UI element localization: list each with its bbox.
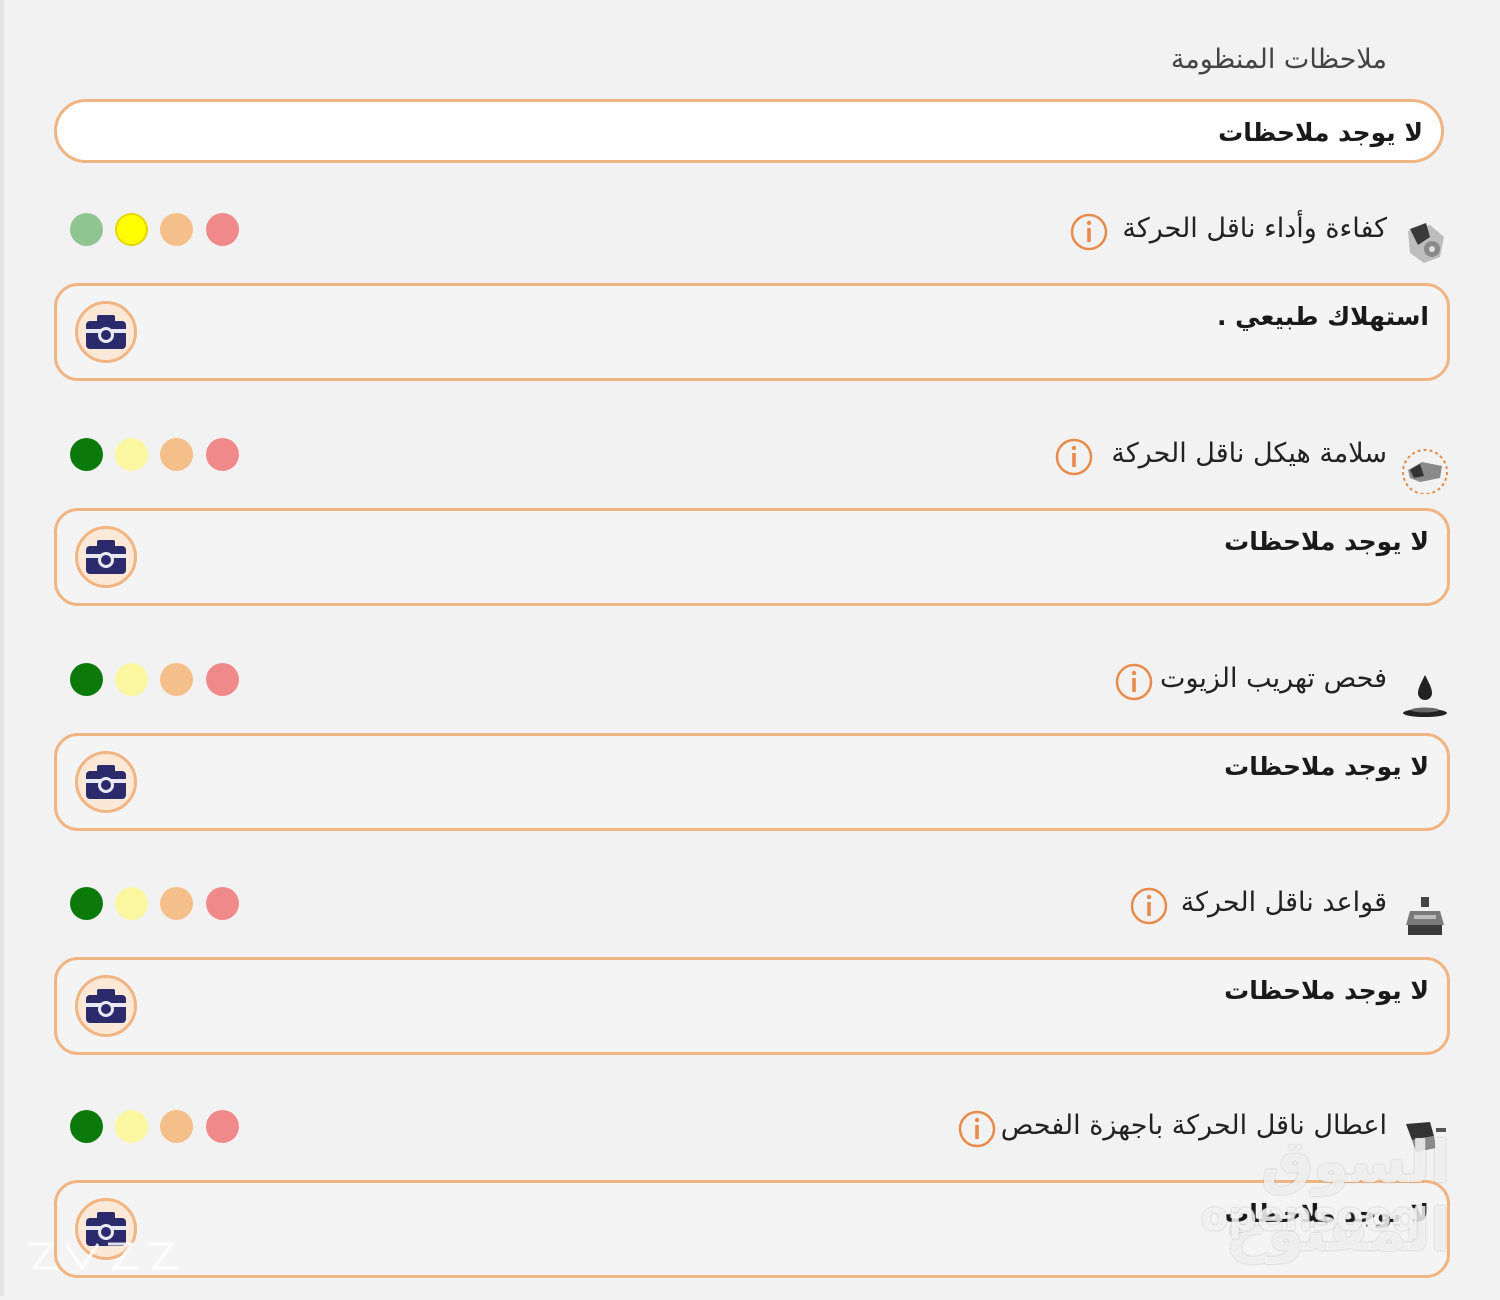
diagnostic-scanner-icon <box>1406 1122 1446 1152</box>
rating-dot-green[interactable] <box>70 1110 103 1143</box>
inspection-section: قواعد ناقل الحركة لا يوجد ملاحظات <box>0 877 1500 1077</box>
corner-logo-watermark <box>28 1242 178 1271</box>
note-text: لا يوجد ملاحظات <box>1224 752 1429 781</box>
note-field[interactable]: لا يوجد ملاحظات <box>54 1180 1450 1278</box>
rating-dot-green[interactable] <box>70 887 103 920</box>
note-field[interactable]: لا يوجد ملاحظات <box>54 733 1450 831</box>
rating-dot-green[interactable] <box>70 663 103 696</box>
rating-dot-orange[interactable] <box>160 1110 193 1143</box>
inspection-section: سلامة هيكل ناقل الحركة لا يوجد ملاحظات <box>0 428 1500 628</box>
camera-button[interactable] <box>75 975 137 1037</box>
note-text: لا يوجد ملاحظات <box>1224 1199 1429 1228</box>
rating-dot-orange[interactable] <box>160 438 193 471</box>
rating-dot-green[interactable] <box>70 213 103 246</box>
section-title: سلامة هيكل ناقل الحركة <box>1111 438 1387 469</box>
note-field[interactable]: لا يوجد ملاحظات <box>54 957 1450 1055</box>
transmission-housing-icon <box>1402 449 1448 494</box>
rating-dot-red[interactable] <box>206 663 239 696</box>
info-icon[interactable] <box>1055 438 1093 476</box>
rating-dot-yellow[interactable] <box>115 1110 148 1143</box>
camera-icon <box>86 315 126 349</box>
note-text: لا يوجد ملاحظات <box>1224 976 1429 1005</box>
note-field[interactable]: لا يوجد ملاحظات <box>54 508 1450 606</box>
note-text: لا يوجد ملاحظات <box>1224 527 1429 556</box>
camera-icon <box>86 989 126 1023</box>
info-icon[interactable] <box>1130 887 1168 925</box>
rating-dot-yellow[interactable] <box>115 663 148 696</box>
oil-drop-icon <box>1403 675 1447 717</box>
rating-dot-red[interactable] <box>206 1110 239 1143</box>
inspection-section: كفاءة وأداء ناقل الحركة استهلاك طبيعي . <box>0 203 1500 403</box>
rating-dot-red[interactable] <box>206 213 239 246</box>
section-title: كفاءة وأداء ناقل الحركة <box>1122 213 1387 244</box>
rating-dot-red[interactable] <box>206 887 239 920</box>
section-title: قواعد ناقل الحركة <box>1180 887 1387 918</box>
camera-button[interactable] <box>75 526 137 588</box>
section-title: اعطال ناقل الحركة باجهزة الفحص <box>1000 1110 1387 1141</box>
note-field[interactable]: استهلاك طبيعي . <box>54 283 1450 381</box>
rating-dot-orange[interactable] <box>160 663 193 696</box>
info-icon[interactable] <box>958 1110 996 1148</box>
system-notes-label: ملاحظات المنظومة <box>1170 44 1387 75</box>
rating-dot-yellow[interactable] <box>115 887 148 920</box>
inspection-section: اعطال ناقل الحركة باجهزة الفحص لا يوجد م… <box>0 1100 1500 1300</box>
info-icon[interactable] <box>1115 663 1153 701</box>
rating-dot-orange[interactable] <box>160 887 193 920</box>
note-text: استهلاك طبيعي . <box>1216 302 1429 331</box>
rating-dot-red[interactable] <box>206 438 239 471</box>
transmission-gear-icon <box>1408 223 1444 263</box>
camera-button[interactable] <box>75 751 137 813</box>
camera-button[interactable] <box>75 301 137 363</box>
info-icon[interactable] <box>1070 213 1108 251</box>
system-notes-field[interactable]: لا يوجد ملاحظات <box>54 99 1444 163</box>
system-notes-value: لا يوجد ملاحظات <box>1218 118 1423 147</box>
rating-dot-yellow[interactable] <box>115 438 148 471</box>
rating-dot-orange[interactable] <box>160 213 193 246</box>
rating-dot-green[interactable] <box>70 438 103 471</box>
camera-icon <box>86 765 126 799</box>
section-title: فحص تهريب الزيوت <box>1160 663 1387 694</box>
rating-dot-yellow[interactable] <box>115 213 148 246</box>
camera-icon <box>86 540 126 574</box>
inspection-section: فحص تهريب الزيوت لا يوجد ملاحظات <box>0 653 1500 853</box>
transmission-mount-icon <box>1406 897 1444 935</box>
